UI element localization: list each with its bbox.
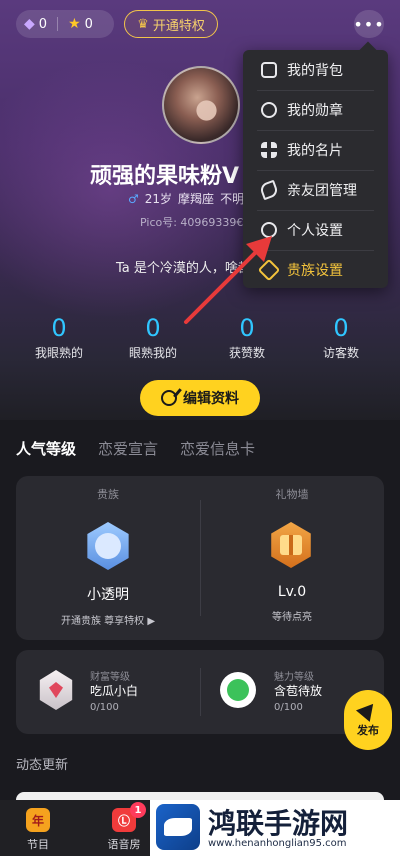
wealth-level-progress: 0/100 <box>90 702 119 713</box>
menu-item-label: 个人设置 <box>287 223 343 239</box>
stat-known-by-me[interactable]: 0 我眼熟的 <box>24 314 94 361</box>
menu-item-label: 我的勋章 <box>287 103 343 119</box>
publish-button[interactable]: 发布 <box>344 690 392 750</box>
noble-diamond-icon <box>257 258 281 282</box>
charm-level-title: 魅力等级 <box>274 672 314 683</box>
open-privilege-label: 开通特权 <box>152 18 205 34</box>
menu-item-label: 我的背包 <box>287 63 343 79</box>
gift-box-icon <box>268 522 316 570</box>
bio: Ta 是个冷漠的人，啥都 <box>116 261 251 276</box>
stats-row: 0 我眼熟的 0 眼熟我的 0 获赞数 0 访客数 <box>24 314 376 361</box>
level-card: 财富等级 吃瓜小白 0/100 魅力等级 含苞待放 0/100 <box>16 650 384 734</box>
menu-item-label: 贵族设置 <box>287 263 343 279</box>
stat-label: 眼熟我的 <box>128 346 177 360</box>
handshake-icon <box>258 179 280 201</box>
open-privilege-button[interactable]: ♛ 开通特权 <box>124 10 218 38</box>
notification-badge: 1 <box>130 802 146 818</box>
stat-value: 0 <box>333 314 349 342</box>
diamond-icon: ◆ <box>24 16 35 32</box>
stat-value: 0 <box>239 314 255 342</box>
charm-level-progress: 0/100 <box>274 702 303 713</box>
male-gender-icon: ♂ <box>128 191 139 206</box>
diamond-count: 0 <box>38 16 48 32</box>
nav-item-voice-room[interactable]: Ⓛ 1 语音房 <box>94 802 154 852</box>
card-grid-icon <box>261 142 277 158</box>
star-count: 0 <box>84 16 93 32</box>
wealth-level-section[interactable]: 财富等级 吃瓜小白 0/100 <box>16 650 200 734</box>
programs-icon: 年 <box>26 808 50 832</box>
noble-section[interactable]: 贵族 小透明 开通贵族 尊享特权 ▶ <box>16 476 200 640</box>
profile-subinfo: ♂ 21岁 摩羯座 不明所 <box>128 190 256 207</box>
edit-icon <box>161 390 177 406</box>
leaf-icon <box>220 672 256 708</box>
stat-know-me[interactable]: 0 眼熟我的 <box>118 314 188 361</box>
zodiac: 摩羯座 <box>178 192 215 206</box>
menu-item-noble-settings[interactable]: 贵族设置 <box>243 250 388 290</box>
stat-label: 我眼熟的 <box>34 346 83 360</box>
voice-room-icon-glyph: Ⓛ <box>117 813 130 828</box>
menu-item-medals[interactable]: 我的勋章 <box>243 90 388 130</box>
edit-profile-button[interactable]: 编辑资料 <box>140 380 260 416</box>
tab-popularity-level[interactable]: 人气等级 <box>16 438 76 459</box>
wealth-level-name: 吃瓜小白 <box>90 684 139 698</box>
gift-wall-section[interactable]: 礼物墙 Lv.0 等待点亮 <box>200 476 384 640</box>
watermark-url: www.henanhonglian95.com <box>208 838 347 849</box>
profile-screen: ◆ 0 ★ 0 ♛ 开通特权 ••• 顽强的果味粉V ♂ 21岁 摩羯座 不明所… <box>0 0 400 856</box>
ruby-gem-icon <box>38 670 74 710</box>
top-bar: ◆ 0 ★ 0 ♛ 开通特权 ••• <box>16 10 384 38</box>
age: 21岁 <box>144 192 173 206</box>
voice-room-icon: Ⓛ 1 <box>112 802 146 832</box>
stat-likes[interactable]: 0 获赞数 <box>212 314 282 361</box>
avatar-photo <box>168 72 238 142</box>
nav-label: 语音房 <box>107 838 141 851</box>
menu-item-backpack[interactable]: 我的背包 <box>243 50 388 90</box>
medal-icon <box>261 102 277 118</box>
watermark-title: 鸿联手游网 <box>208 807 349 840</box>
menu-item-business-card[interactable]: 我的名片 <box>243 130 388 170</box>
menu-item-label: 我的名片 <box>287 143 343 159</box>
tab-love-info-card[interactable]: 恋爱信息卡 <box>180 438 255 459</box>
gift-wall-level: Lv.0 <box>277 584 307 600</box>
stat-value: 0 <box>145 314 161 342</box>
currency-pill[interactable]: ◆ 0 ★ 0 <box>16 10 114 38</box>
stat-label: 获赞数 <box>228 346 265 360</box>
gift-wall-status: 等待点亮 <box>272 612 312 623</box>
noble-name: 小透明 <box>87 587 129 603</box>
watermark-logo-icon <box>156 804 200 850</box>
publish-label: 发布 <box>357 724 379 737</box>
watermark: 鸿联手游网 www.henanhonglian95.com <box>150 800 400 856</box>
nickname: 顽强的果味粉V <box>90 164 240 189</box>
settings-hex-icon <box>261 222 277 238</box>
pico-id: Pico号: 40969339€ <box>140 216 244 229</box>
edit-profile-label: 编辑资料 <box>183 391 239 407</box>
open-noble-link[interactable]: 开通贵族 尊享特权 ▶ <box>16 612 200 627</box>
currency-separator <box>57 17 59 31</box>
profile-tabs: 人气等级 恋爱宣言 恋爱信息卡 <box>16 438 255 459</box>
nav-label: 节目 <box>27 838 49 851</box>
stat-visitors[interactable]: 0 访客数 <box>306 314 376 361</box>
noble-gift-card: 贵族 小透明 开通贵族 尊享特权 ▶ 礼物墙 Lv.0 等待点亮 <box>16 476 384 640</box>
nav-item-programs[interactable]: 年 节目 <box>8 808 68 852</box>
avatar[interactable] <box>162 66 240 144</box>
wealth-level-title: 财富等级 <box>90 672 130 683</box>
more-menu-button[interactable]: ••• <box>353 10 384 38</box>
backpack-icon <box>261 62 277 78</box>
gift-wall-title: 礼物墙 <box>275 488 309 501</box>
more-dropdown-menu: 我的背包 我的勋章 我的名片 亲友团管理 个人设置 贵族设置 <box>243 50 388 288</box>
updates-title: 动态更新 <box>16 758 69 773</box>
star-icon: ★ <box>68 16 81 32</box>
menu-item-label: 亲友团管理 <box>287 183 357 199</box>
menu-item-friend-group[interactable]: 亲友团管理 <box>243 170 388 210</box>
crown-icon: ♛ <box>137 16 149 32</box>
tab-love-declaration[interactable]: 恋爱宣言 <box>98 438 158 459</box>
stat-value: 0 <box>51 314 67 342</box>
send-icon <box>355 698 381 722</box>
menu-item-personal-settings[interactable]: 个人设置 <box>243 210 388 250</box>
noble-title: 贵族 <box>97 488 119 501</box>
noble-badge-icon <box>84 522 132 570</box>
stat-label: 访客数 <box>322 346 359 360</box>
charm-level-name: 含苞待放 <box>274 684 323 698</box>
